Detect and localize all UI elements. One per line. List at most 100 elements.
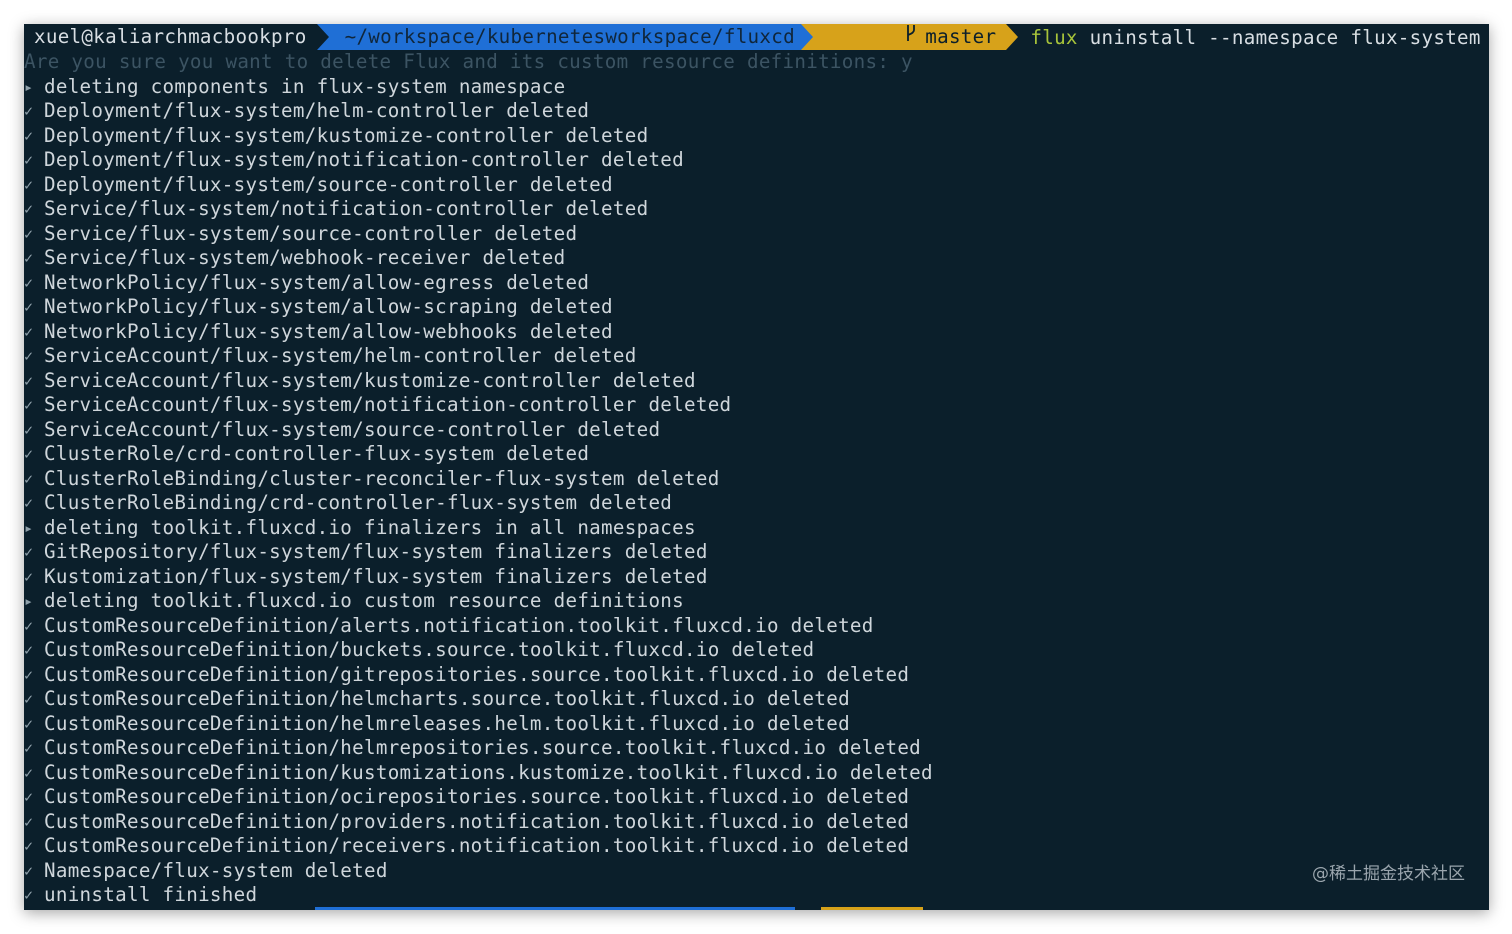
output-line-text: CustomResourceDefinition/buckets.source.…: [44, 638, 815, 661]
output-line: ✓ CustomResourceDefinition/alerts.notific…: [24, 614, 1489, 639]
bottom-git-bar: [821, 907, 923, 910]
git-branch-icon-svg: [907, 25, 916, 41]
output-line-text: Service/flux-system/webhook-receiver del…: [44, 246, 566, 269]
output-line-text: Deployment/flux-system/source-controller…: [44, 172, 613, 196]
arrow-right-icon: ▸: [24, 77, 34, 96]
check-icon: ✓: [24, 151, 34, 169]
check-icon: ✓: [24, 543, 34, 561]
check-icon: ✓: [24, 714, 34, 733]
output-line: ✓ CustomResourceDefinition/buckets.source…: [24, 638, 1489, 663]
check-icon: ✓: [24, 175, 34, 194]
output-line-text: ServiceAccount/flux-system/kustomize-con…: [44, 368, 696, 392]
output-line: ✓ CustomResourceDefinition/receivers.noti…: [24, 834, 1489, 859]
output-line-text: CustomResourceDefinition/alerts.notifica…: [44, 613, 874, 637]
output-line: ✓ ServiceAccount/flux-system/notification…: [24, 393, 1489, 418]
check-icon: ✓: [24, 396, 34, 414]
output-line-text: Service/flux-system/notification-control…: [44, 197, 649, 220]
output-line: ✓ Service/flux-system/source-controller d…: [24, 222, 1489, 247]
output-line-text: ClusterRole/crd-controller-flux-system d…: [44, 442, 590, 465]
output-line-text: NetworkPolicy/flux-system/allow-webhooks…: [44, 319, 613, 343]
output-line: ✓ uninstall finished: [24, 883, 1489, 908]
output-line: ✓ Namespace/flux-system deleted: [24, 859, 1489, 884]
output-line: ✓ CustomResourceDefinition/kustomizations…: [24, 761, 1489, 786]
check-icon: ✓: [24, 861, 34, 880]
confirmation-prompt: Are you sure you want to delete Flux and…: [24, 50, 913, 73]
output-line: ▸ deleting components in flux-system name…: [24, 75, 1489, 100]
output-line: ✓ NetworkPolicy/flux-system/allow-scrapin…: [24, 295, 1489, 320]
output-line-text: deleting toolkit.fluxcd.io finalizers in…: [44, 515, 696, 539]
terminal-window[interactable]: xuel@kaliarchmacbookpro ~/workspace/kube…: [24, 24, 1489, 910]
prompt-user-host: xuel@kaliarchmacbookpro: [24, 24, 317, 50]
check-icon: ✓: [24, 788, 34, 806]
output-line: ✓ ClusterRole/crd-controller-flux-system …: [24, 442, 1489, 467]
output-line-text: CustomResourceDefinition/helmcharts.sour…: [44, 687, 850, 710]
output-line: ✓ CustomResourceDefinition/gitrepositorie…: [24, 663, 1489, 688]
output-line: ✓ ServiceAccount/flux-system/kustomize-co…: [24, 369, 1489, 394]
check-icon: ✓: [24, 494, 34, 512]
check-icon: ✓: [24, 249, 34, 267]
output-line-text: ClusterRoleBinding/cluster-reconciler-fl…: [44, 466, 720, 490]
output-line-text: ServiceAccount/flux-system/notification-…: [44, 393, 732, 416]
terminal-output: Are you sure you want to delete Flux and…: [24, 50, 1489, 908]
output-line: ✓ Kustomization/flux-system/flux-system f…: [24, 565, 1489, 590]
output-line-text: uninstall finished: [44, 883, 258, 906]
check-icon: ✓: [24, 665, 34, 684]
output-line-text: GitRepository/flux-system/flux-system fi…: [44, 540, 708, 563]
output-line: ▸ deleting toolkit.fluxcd.io custom resou…: [24, 589, 1489, 614]
output-line-text: ServiceAccount/flux-system/helm-controll…: [44, 344, 637, 367]
check-icon: ✓: [24, 763, 34, 782]
prompt-separator-arrow: [1006, 24, 1019, 50]
prompt-git-branch: master: [812, 24, 1007, 50]
check-icon: ✓: [24, 322, 34, 341]
command-name: flux: [1030, 25, 1078, 49]
output-line-text: CustomResourceDefinition/helmreleases.he…: [44, 711, 850, 735]
output-line-text: CustomResourceDefinition/providers.notif…: [44, 809, 910, 833]
output-line: ✓ ServiceAccount/flux-system/helm-control…: [24, 344, 1489, 369]
output-line: ✓ CustomResourceDefinition/helmreleases.h…: [24, 712, 1489, 737]
arrow-right-icon: ▸: [24, 592, 34, 610]
output-line: ✓ NetworkPolicy/flux-system/allow-egress …: [24, 271, 1489, 296]
output-line-text: deleting components in flux-system names…: [44, 74, 566, 98]
check-icon: ✓: [24, 469, 34, 488]
check-icon: ✓: [24, 420, 34, 439]
shell-prompt: xuel@kaliarchmacbookpro ~/workspace/kube…: [24, 24, 1489, 50]
output-line-text: Service/flux-system/source-controller de…: [44, 221, 578, 245]
prompt-working-directory: ~/workspace/kubernetesworkspace/fluxcd: [328, 24, 801, 50]
output-line: ✓ ClusterRoleBinding/cluster-reconciler-f…: [24, 467, 1489, 492]
output-line-text: CustomResourceDefinition/receivers.notif…: [44, 834, 910, 857]
output-line-text: Kustomization/flux-system/flux-system fi…: [44, 564, 708, 588]
check-icon: ✓: [24, 200, 34, 218]
check-icon: ✓: [24, 837, 34, 855]
output-line-text: deleting toolkit.fluxcd.io custom resour…: [44, 589, 684, 612]
check-icon: ✓: [24, 298, 34, 316]
check-icon: ✓: [24, 102, 34, 120]
output-line-text: Deployment/flux-system/kustomize-control…: [44, 123, 649, 147]
check-icon: ✓: [24, 445, 34, 463]
output-line-text: Namespace/flux-system deleted: [44, 858, 388, 882]
output-line-text: ClusterRoleBinding/crd-controller-flux-s…: [44, 491, 673, 514]
output-line-text: CustomResourceDefinition/helmrepositorie…: [44, 736, 922, 759]
git-branch-name: master: [925, 25, 997, 48]
output-line: ✓ Deployment/flux-system/notification-con…: [24, 148, 1489, 173]
check-icon: ✓: [24, 812, 34, 831]
check-icon: ✓: [24, 347, 34, 365]
output-line: ✓ ClusterRoleBinding/crd-controller-flux-…: [24, 491, 1489, 516]
arrow-right-icon: ▸: [24, 518, 34, 537]
output-line-text: Deployment/flux-system/notification-cont…: [44, 148, 684, 171]
check-icon: ✓: [24, 739, 34, 757]
check-icon: ✓: [24, 886, 34, 904]
command-line[interactable]: flux uninstall --namespace flux-system: [1018, 26, 1480, 49]
watermark: @稀土掘金技术社区: [1312, 864, 1465, 884]
check-icon: ✓: [24, 273, 34, 292]
output-line: ✓ CustomResourceDefinition/helmrepositori…: [24, 736, 1489, 761]
output-line: ✓ CustomResourceDefinition/helmcharts.sou…: [24, 687, 1489, 712]
check-icon: ✓: [24, 224, 34, 243]
check-icon: ✓: [24, 641, 34, 659]
output-line: ✓ Deployment/flux-system/kustomize-contro…: [24, 124, 1489, 149]
output-line: ✓ Service/flux-system/webhook-receiver de…: [24, 246, 1489, 271]
output-line: ✓ GitRepository/flux-system/flux-system f…: [24, 540, 1489, 565]
output-line-text: ServiceAccount/flux-system/source-contro…: [44, 417, 661, 441]
output-line: ▸ deleting toolkit.fluxcd.io finalizers i…: [24, 516, 1489, 541]
check-icon: ✓: [24, 371, 34, 390]
output-line: ✓ Service/flux-system/notification-contro…: [24, 197, 1489, 222]
